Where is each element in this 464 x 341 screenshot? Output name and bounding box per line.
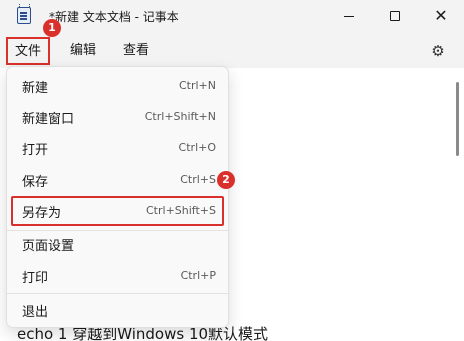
menu-item-shortcut: Ctrl+O xyxy=(178,141,216,154)
menu-item-label: 另存为 xyxy=(22,206,62,221)
close-icon: ✕ xyxy=(434,6,448,25)
menu-item-print[interactable]: 打印 Ctrl+P xyxy=(11,261,224,291)
menu-item-label: 页面设置 xyxy=(22,239,75,254)
file-menu-dropdown: 新建 Ctrl+N 新建窗口 Ctrl+Shift+N 打开 Ctrl+O 保存… xyxy=(6,66,229,328)
menu-view[interactable]: 查看 xyxy=(119,40,153,62)
menu-item-shortcut: Ctrl+Shift+N xyxy=(144,110,216,123)
menu-item-shortcut: Ctrl+P xyxy=(180,269,216,282)
menu-file[interactable]: 文件 xyxy=(6,37,50,65)
menu-item-shortcut: Ctrl+N xyxy=(178,79,216,92)
step-badge-1: 1 xyxy=(43,19,61,37)
menu-divider xyxy=(7,293,228,294)
menu-item-shortcut: Ctrl+Shift+S xyxy=(146,204,216,217)
menu-item-save-as[interactable]: 另存为 Ctrl+Shift+S xyxy=(11,196,224,226)
title-bar: *新建 文本文档 - 记事本 ✕ xyxy=(0,0,464,32)
notepad-icon xyxy=(17,4,31,24)
menu-item-save[interactable]: 保存 Ctrl+S xyxy=(11,165,224,195)
menu-bar: 文件 编辑 查看 ⚙ xyxy=(0,32,464,68)
menu-item-label: 退出 xyxy=(22,305,49,320)
menu-item-exit[interactable]: 退出 xyxy=(11,295,224,325)
menu-edit[interactable]: 编辑 xyxy=(66,40,100,62)
menu-item-label: 打开 xyxy=(22,143,49,158)
menu-item-new[interactable]: 新建 Ctrl+N xyxy=(11,71,224,101)
menu-item-label: 新建 xyxy=(22,81,49,96)
menu-item-label: 保存 xyxy=(22,175,49,190)
menu-item-label: 新建窗口 xyxy=(22,112,75,127)
menu-item-open[interactable]: 打开 Ctrl+O xyxy=(11,133,224,163)
menu-item-shortcut: Ctrl+S xyxy=(180,173,216,186)
vertical-scrollbar[interactable] xyxy=(456,82,459,156)
maximize-icon xyxy=(390,11,400,21)
menu-item-page-setup[interactable]: 页面设置 xyxy=(11,229,224,259)
minimize-button[interactable] xyxy=(326,0,372,32)
close-button[interactable]: ✕ xyxy=(418,0,464,32)
minimize-icon xyxy=(344,15,354,17)
gear-icon[interactable]: ⚙ xyxy=(428,41,448,61)
maximize-button[interactable] xyxy=(372,0,418,32)
window-title: *新建 文本文档 - 记事本 xyxy=(49,10,179,24)
step-badge-2: 2 xyxy=(217,171,235,189)
menu-item-label: 打印 xyxy=(22,271,49,286)
menu-item-new-window[interactable]: 新建窗口 Ctrl+Shift+N xyxy=(11,102,224,132)
